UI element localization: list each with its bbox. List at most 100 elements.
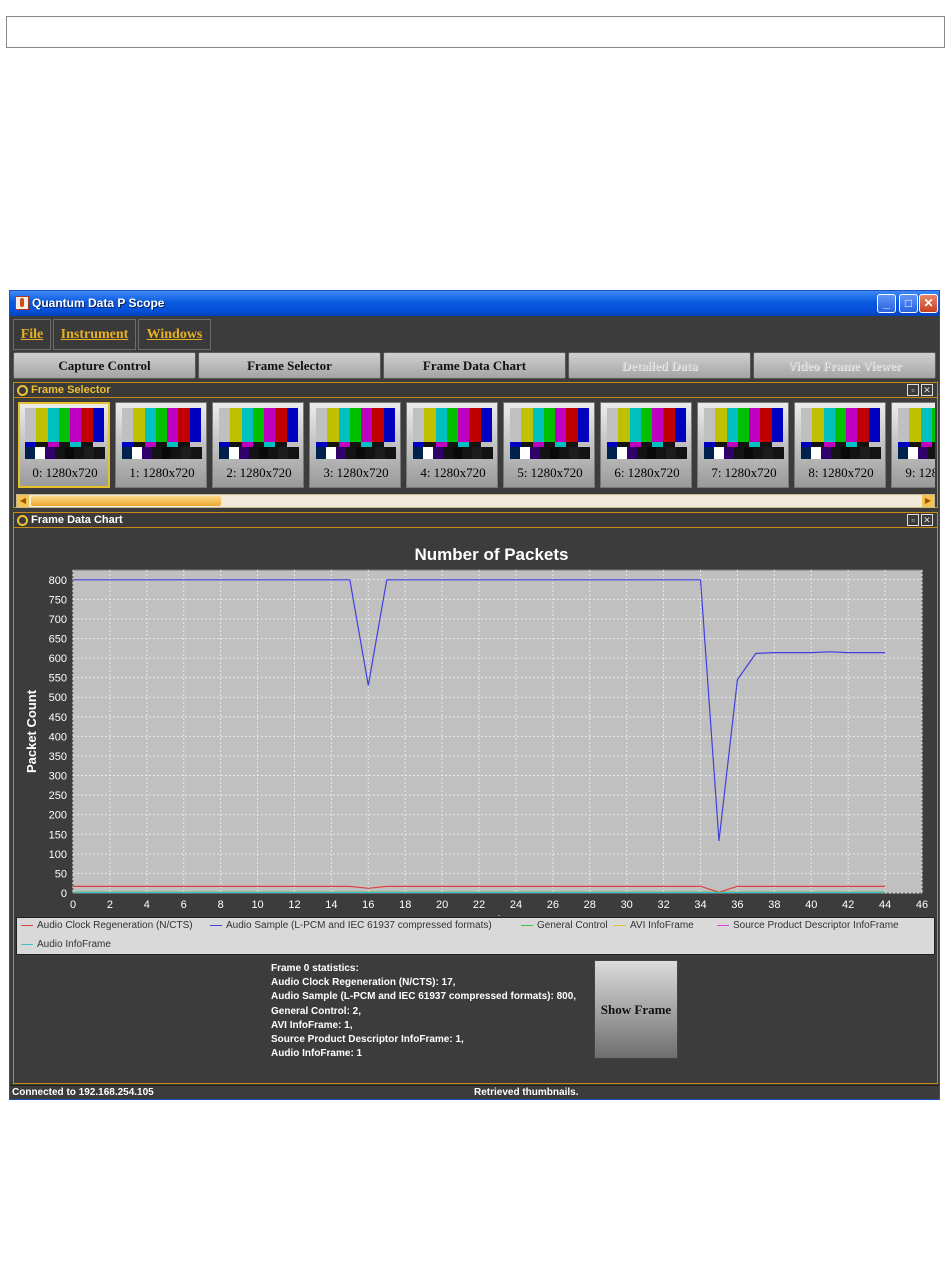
y-tick-label: 500 [49, 692, 67, 704]
y-tick-label: 800 [49, 575, 67, 587]
y-tick-label: 200 [49, 810, 67, 822]
title-bar[interactable]: Quantum Data P Scope _ □ ✕ [10, 291, 939, 316]
maximize-button[interactable]: □ [899, 294, 918, 313]
quantum-logo-icon [17, 515, 28, 526]
tab-capture-control[interactable]: Capture Control [13, 352, 196, 379]
color-bars-image [704, 408, 784, 459]
y-tick-label: 250 [49, 790, 67, 802]
panel-close-icon[interactable]: ✕ [921, 514, 933, 526]
thumbnail-scrollbar[interactable]: ◀ ▶ [16, 494, 935, 508]
y-tick-label: 350 [49, 751, 67, 763]
frame-selector-title: Frame Selector [31, 384, 111, 396]
frame-selector-header: Frame Selector ▫ ✕ [14, 383, 937, 398]
legend-item: General Control [521, 920, 608, 931]
panel-close-icon[interactable]: ✕ [921, 384, 933, 396]
legend-swatch [210, 924, 222, 926]
legend-label: General Control [537, 920, 608, 931]
frame-thumbnail[interactable]: 7: 1280x720 [697, 402, 789, 488]
frame-thumbnail[interactable]: 6: 1280x720 [600, 402, 692, 488]
x-tick-label: 18 [399, 899, 411, 911]
statistics-line: General Control: 2, [271, 1005, 362, 1017]
frame-statistics: Frame 0 statistics: Audio Clock Regenerat… [271, 962, 576, 1061]
legend-label: AVI InfoFrame [630, 920, 694, 931]
frame-thumbnail[interactable]: 0: 1280x720 [18, 402, 110, 488]
legend-item: Audio Sample (L-PCM and IEC 61937 compre… [210, 920, 492, 931]
scroll-right-icon[interactable]: ▶ [922, 495, 934, 507]
x-tick-label: 40 [805, 899, 817, 911]
x-tick-label: 42 [842, 899, 854, 911]
app-window: Quantum Data P Scope _ □ ✕ File Instrume… [9, 290, 940, 1100]
statistics-line: Audio Clock Regeneration (N/CTS): 17, [271, 977, 456, 989]
color-bars-image [122, 408, 202, 459]
chart-legend: Audio Clock Regeneration (N/CTS) Audio Sa… [16, 917, 935, 955]
tab-frame-selector[interactable]: Frame Selector [198, 352, 381, 379]
thumbnail-label: 4: 1280x720 [420, 465, 486, 480]
x-tick-label: 36 [731, 899, 743, 911]
color-bars-image [25, 408, 105, 459]
x-axis-label: Frame Number [426, 913, 518, 916]
panel-restore-icon[interactable]: ▫ [907, 514, 919, 526]
quantum-logo-icon [17, 385, 28, 396]
y-tick-label: 0 [61, 888, 67, 900]
statistics-line: Source Product Descriptor InfoFrame: 1, [271, 1034, 464, 1046]
tab-frame-data-chart[interactable]: Frame Data Chart [383, 352, 566, 379]
y-tick-label: 100 [49, 849, 67, 861]
legend-item: Audio Clock Regeneration (N/CTS) [21, 920, 193, 931]
status-bar: Connected to 192.168.254.105 Retrieved t… [10, 1085, 939, 1099]
close-button[interactable]: ✕ [919, 294, 938, 313]
scroll-left-icon[interactable]: ◀ [17, 495, 29, 507]
y-tick-label: 150 [49, 829, 67, 841]
chart-title: Number of Packets [415, 545, 569, 564]
x-tick-label: 26 [547, 899, 559, 911]
x-tick-label: 2 [107, 899, 113, 911]
legend-swatch [614, 924, 626, 926]
y-tick-label: 600 [49, 653, 67, 665]
x-tick-label: 28 [584, 899, 596, 911]
frame-thumbnail[interactable]: 9: 1280x720 [891, 402, 935, 488]
frame-thumbnail[interactable]: 5: 1280x720 [503, 402, 595, 488]
java-app-icon [15, 296, 29, 310]
minimize-button[interactable]: _ [877, 294, 896, 313]
y-axis-label: Packet Count [24, 689, 39, 773]
menu-file[interactable]: File [13, 319, 51, 350]
y-tick-label: 550 [49, 673, 67, 685]
tab-detailed-data: Detailed Data [568, 352, 751, 379]
x-tick-label: 14 [325, 899, 337, 911]
y-tick-label: 300 [49, 771, 67, 783]
y-tick-label: 450 [49, 712, 67, 724]
color-bars-image [510, 408, 590, 459]
thumbnail-label: 7: 1280x720 [711, 465, 777, 480]
x-tick-label: 30 [621, 899, 633, 911]
panel-restore-icon[interactable]: ▫ [907, 384, 919, 396]
show-frame-button[interactable]: Show Frame [594, 960, 678, 1059]
x-tick-label: 46 [916, 899, 928, 911]
url-field[interactable] [6, 16, 945, 48]
menu-windows[interactable]: Windows [138, 319, 211, 350]
frame-thumbnail[interactable]: 1: 1280x720 [115, 402, 207, 488]
frame-thumbnail[interactable]: 2: 1280x720 [212, 402, 304, 488]
scrollbar-thumb[interactable] [31, 496, 221, 506]
x-tick-label: 10 [251, 899, 263, 911]
x-tick-label: 32 [657, 899, 669, 911]
legend-item: AVI InfoFrame [614, 920, 694, 931]
color-bars-image [316, 408, 396, 459]
thumbnail-label: 0: 1280x720 [32, 465, 98, 480]
legend-swatch [717, 924, 729, 926]
color-bars-image [898, 408, 935, 459]
status-message: Retrieved thumbnails. [474, 1087, 579, 1098]
x-tick-label: 20 [436, 899, 448, 911]
frame-thumbnail[interactable]: 3: 1280x720 [309, 402, 401, 488]
frame-data-chart-header: Frame Data Chart ▫ ✕ [14, 513, 937, 528]
frame-thumbnail[interactable]: 4: 1280x720 [406, 402, 498, 488]
frame-thumbnail[interactable]: 8: 1280x720 [794, 402, 886, 488]
legend-label: Audio Sample (L-PCM and IEC 61937 compre… [226, 920, 492, 931]
statistics-line: AVI InfoFrame: 1, [271, 1019, 353, 1031]
connection-status: Connected to 192.168.254.105 [12, 1087, 154, 1098]
menu-instrument[interactable]: Instrument [53, 319, 136, 350]
x-tick-label: 6 [181, 899, 187, 911]
packets-chart[interactable]: 0 2 4 6 8 10 12 14 16 18 20 22 24 26 28 30 32 34 36 38 40 42 4… [16, 530, 936, 916]
thumbnail-strip: 0: 1280x720 1: 1280x720 2: 1280x720 3: 1280… [18, 402, 935, 490]
statistics-line: Frame 0 statistics: [271, 963, 359, 974]
thumbnail-label: 8: 1280x720 [808, 465, 874, 480]
frame-data-chart-title: Frame Data Chart [31, 514, 123, 526]
